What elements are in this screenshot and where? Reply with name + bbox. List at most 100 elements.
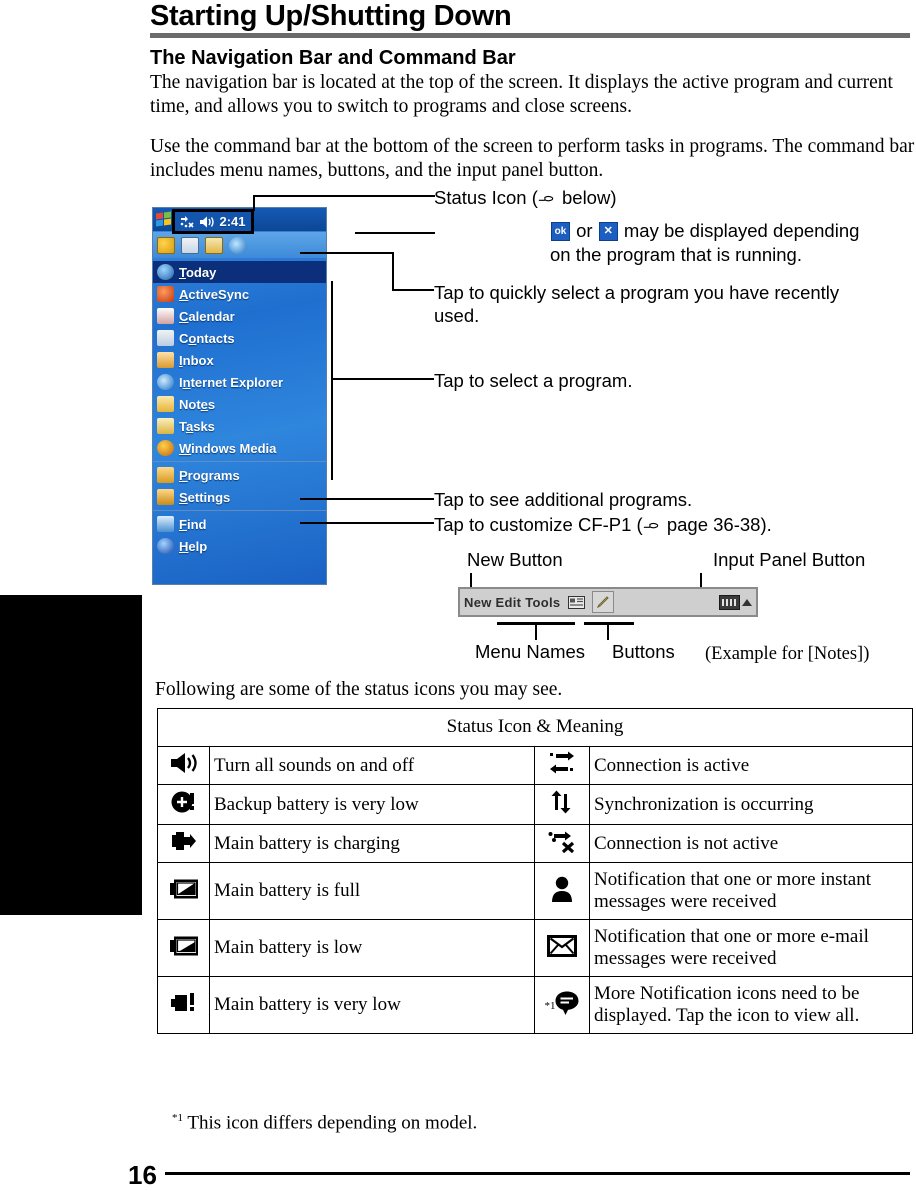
backup-battery-very-low-icon xyxy=(157,784,210,825)
connector-select-program-h xyxy=(331,378,434,380)
start-menu-item-settings[interactable]: Settings xyxy=(153,486,326,508)
intro-paragraph-1: The navigation bar is located at the top… xyxy=(150,72,893,117)
pencil-icon[interactable] xyxy=(592,591,615,613)
command-bar-screenshot: New Edit Tools xyxy=(458,587,758,617)
start-menu-item-today[interactable]: Today xyxy=(153,261,326,283)
start-menu-item-calendar[interactable]: Calendar xyxy=(153,305,326,327)
callout-recent-programs-line2: used. xyxy=(434,305,480,326)
connector-ok-x-h xyxy=(355,232,435,234)
start-menu-item-programs[interactable]: Programs xyxy=(153,464,326,486)
battery-full-icon xyxy=(157,862,210,920)
battery-very-low-icon xyxy=(157,976,210,1034)
find-icon xyxy=(157,516,174,532)
footer-divider xyxy=(165,1172,910,1175)
status-table-body: Status Icon & Meaning Turn all sounds on… xyxy=(156,708,914,1034)
section-heading: The Navigation Bar and Command Bar xyxy=(150,47,516,69)
label-new-button: New Button xyxy=(467,549,563,570)
status-table-row: Main battery is charging Connection is no… xyxy=(157,824,914,863)
document-page: Starting Up/Shutting Down The Navigation… xyxy=(0,0,916,1190)
status-icon-glyph xyxy=(547,790,577,818)
status-meaning-text: Connection is active xyxy=(588,746,914,785)
command-bar-menu-names[interactable]: New Edit Tools xyxy=(460,595,560,610)
status-meaning-text: More Notification icons need to be displ… xyxy=(588,976,914,1034)
help-icon xyxy=(157,538,174,554)
start-menu-item-label: Notes xyxy=(179,396,216,412)
connector-menu-names xyxy=(535,622,537,640)
connection-icon xyxy=(181,215,195,228)
connector-customize xyxy=(300,522,434,524)
status-table-row: Main battery is very low *1 More Notificat… xyxy=(157,976,914,1034)
status-icon-glyph xyxy=(547,934,577,962)
pda-start-menu-screenshot: Start TodayActiveSyncCalendarContactsInb… xyxy=(152,207,327,585)
connector-recent-h2 xyxy=(392,289,434,291)
tasks-icon xyxy=(205,236,223,254)
start-menu-item-internet-explorer[interactable]: Internet Explorer xyxy=(153,371,326,393)
callout-ok-post: may be displayed depending xyxy=(618,220,860,241)
status-icon-glyph xyxy=(548,831,576,857)
connection-inactive-icon xyxy=(534,824,590,863)
status-icon-glyph xyxy=(554,991,580,1020)
activesync-icon xyxy=(157,286,174,302)
speaker-icon xyxy=(200,216,215,227)
connector-recent-v xyxy=(392,252,394,291)
status-icon-glyph xyxy=(550,876,574,906)
start-menu-item-label: Programs xyxy=(179,467,240,483)
envelope-icon xyxy=(534,919,590,977)
start-menu-item-label: Calendar xyxy=(179,308,235,324)
footnote: *1 This icon differs depending on model. xyxy=(172,1112,477,1134)
status-icon-highlight-box[interactable]: 2:41 xyxy=(172,209,254,234)
start-menu-item-windows-media[interactable]: Windows Media xyxy=(153,437,326,459)
status-meaning-text: Turn all sounds on and off xyxy=(209,746,535,785)
start-menu-item-help[interactable]: Help xyxy=(153,535,326,557)
label-example-note: (Example for [Notes]) xyxy=(705,644,870,664)
inbox-icon xyxy=(157,352,174,368)
callout-customize: Tap to customize CF-P1 ( page 36-38). xyxy=(434,513,904,536)
search-icon xyxy=(157,236,175,254)
person-icon xyxy=(534,862,590,920)
tasks-icon xyxy=(157,418,174,434)
status-meaning-text: Main battery is charging xyxy=(209,824,535,863)
internet-explorer-icon xyxy=(157,374,174,390)
start-menu-item-label: Inbox xyxy=(179,352,214,368)
keyboard-icon[interactable] xyxy=(719,594,740,610)
battery-charging-icon xyxy=(157,824,210,863)
status-table-row: Main battery is low Notification that one… xyxy=(157,919,914,977)
callout-customize-post: page 36-38). xyxy=(661,514,772,535)
chevron-up-icon[interactable] xyxy=(742,598,752,606)
contacts-icon xyxy=(157,330,174,346)
start-menu-item-inbox[interactable]: Inbox xyxy=(153,349,326,371)
windows-logo-icon xyxy=(156,211,173,227)
callout-status-icon: Status Icon ( below) xyxy=(434,186,904,209)
status-icons-intro: Following are some of the status icons y… xyxy=(155,679,563,700)
windows-media-icon xyxy=(157,440,174,456)
programs-icon xyxy=(157,467,174,483)
bracket-buttons xyxy=(584,622,634,625)
pointing-hand-icon xyxy=(643,522,658,529)
card-icon[interactable] xyxy=(565,591,587,613)
start-menu-item-activesync[interactable]: ActiveSync xyxy=(153,283,326,305)
status-meaning-text: Notification that one or more e-mail mes… xyxy=(588,919,914,977)
callout-recent-programs-line1: Tap to quickly select a program you have… xyxy=(434,282,840,303)
clock-time: 2:41 xyxy=(219,214,246,229)
start-menu-item-label: Internet Explorer xyxy=(179,374,284,390)
status-table-row: Backup battery is very low Synchronizatio… xyxy=(157,784,914,825)
status-meaning-text: Notification that one or more instant me… xyxy=(588,862,914,920)
status-meaning-text: Main battery is low xyxy=(209,919,535,977)
internet-explorer-icon xyxy=(229,236,247,254)
footnote-marker: *1 xyxy=(172,1112,183,1124)
callout-ok-or-x-line2: on the program that is running. xyxy=(550,244,802,265)
start-menu-item-label: Tasks xyxy=(179,418,215,434)
speech-bubble-icon: *1 xyxy=(534,976,590,1034)
start-menu-item-label: ActiveSync xyxy=(179,286,250,302)
start-menu-item-find[interactable]: Find xyxy=(153,513,326,535)
connector-select-program-v xyxy=(331,281,333,480)
start-menu-item-notes[interactable]: Notes xyxy=(153,393,326,415)
title-divider xyxy=(150,33,910,38)
settings-icon xyxy=(157,489,174,505)
callout-select-program: Tap to select a program. xyxy=(434,370,633,391)
footnote-text: This icon differs depending on model. xyxy=(187,1112,478,1134)
connector-status-icon-h xyxy=(253,195,435,197)
start-menu-item-tasks[interactable]: Tasks xyxy=(153,415,326,437)
start-menu-item-contacts[interactable]: Contacts xyxy=(153,327,326,349)
start-menu-separator xyxy=(153,510,326,511)
